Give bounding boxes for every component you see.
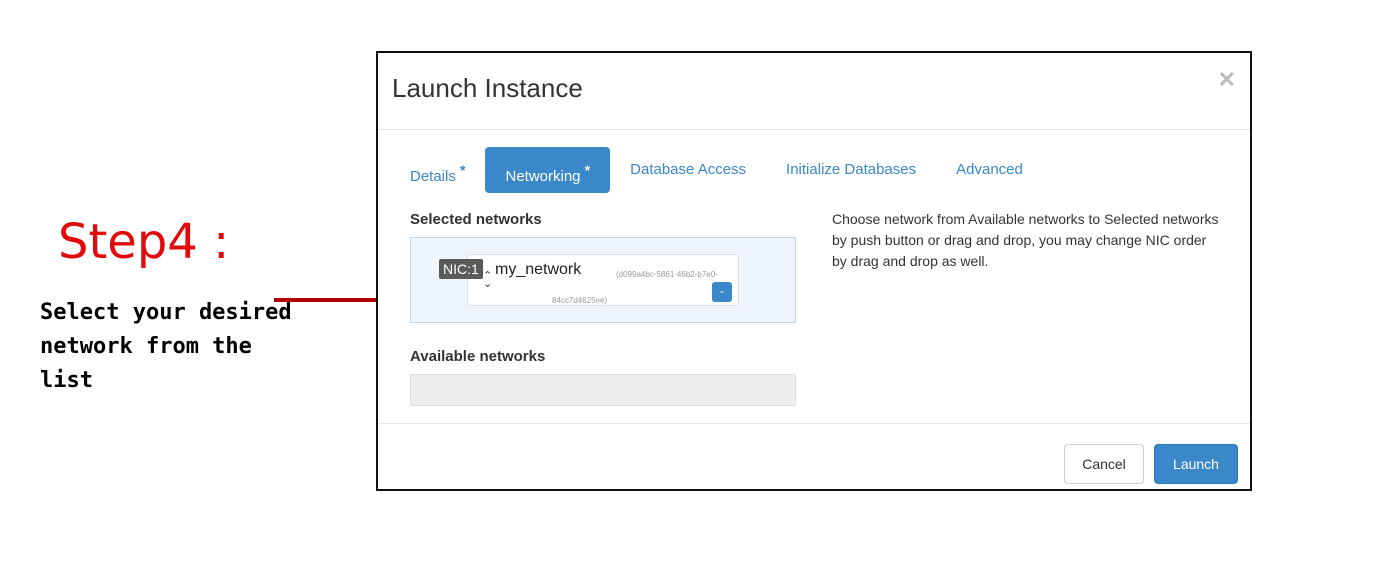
tab-details[interactable]: Details * [392,147,485,193]
cancel-button[interactable]: Cancel [1064,444,1144,484]
nic-badge[interactable]: NIC:1 [439,259,483,279]
required-marker: * [460,162,466,178]
remove-network-button[interactable]: - [712,282,732,302]
tab-networking[interactable]: Networking * [485,147,611,193]
network-id-part1: (d099a4bc-5861-46b2-b7e0- [616,270,718,279]
wizard-tabs: Details * Networking * Database Access I… [392,147,1043,195]
network-name: my_network [495,261,582,278]
help-text: Choose network from Available networks t… [832,211,1219,269]
launch-button[interactable]: Launch [1154,444,1238,484]
available-networks-heading: Available networks [410,348,546,365]
required-marker: * [584,162,591,178]
tab-label: Details [410,168,456,185]
tab-label: Networking [505,168,581,185]
network-id-part2: 84cc7d4625ee) [552,296,608,305]
available-networks-list[interactable] [410,374,796,406]
tab-advanced[interactable]: Advanced [936,147,1043,193]
step-label: Step4 : [58,214,230,270]
modal-title: Launch Instance [392,73,583,103]
tab-initialize-databases[interactable]: Initialize Databases [766,147,936,193]
tab-label: Initialize Databases [786,161,917,178]
modal-footer: Cancel Launch [378,423,1250,490]
tab-label: Advanced [956,161,1023,178]
tab-label: Database Access [630,161,747,178]
tab-database-access[interactable]: Database Access [610,147,766,193]
close-icon[interactable]: ✕ [1218,67,1236,93]
selected-networks-dropzone[interactable]: (d099a4bc-5861-46b2-b7e0- 84cc7d4625ee) … [410,237,796,323]
launch-instance-modal: Launch Instance ✕ Details * Networking *… [376,51,1252,491]
modal-header: Launch Instance ✕ [378,53,1250,130]
selected-networks-heading: Selected networks [410,211,542,228]
sort-handle-icon[interactable]: ⌃ ⌄ [483,271,492,290]
